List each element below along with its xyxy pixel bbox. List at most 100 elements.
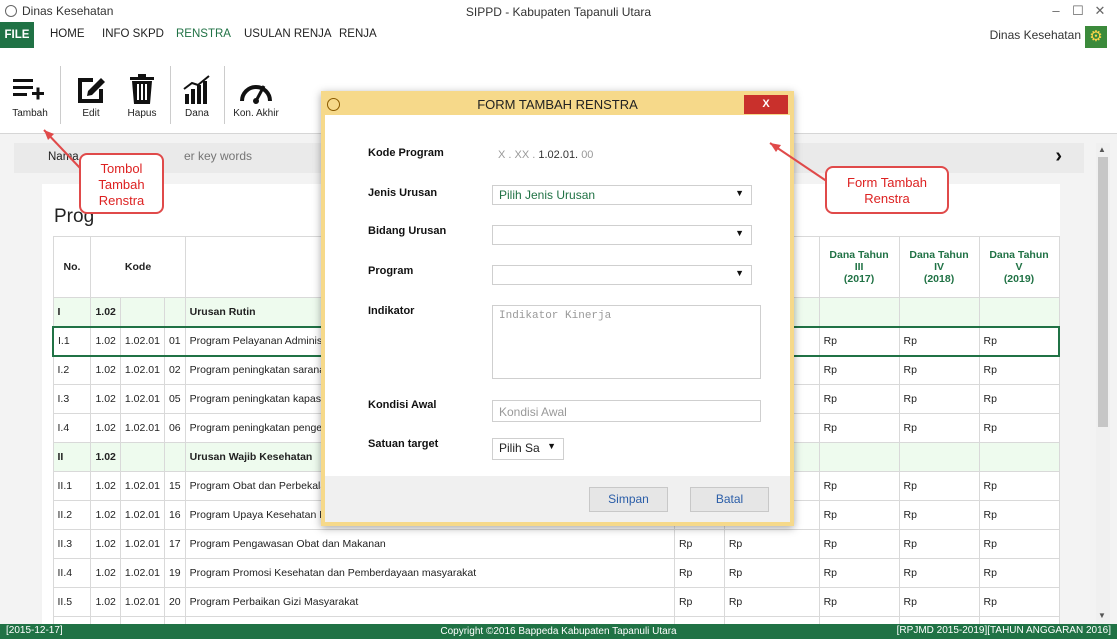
search-label: Nama	[48, 151, 79, 163]
tab-renstra[interactable]: RENSTRA	[176, 28, 231, 40]
simpan-button[interactable]: Simpan	[589, 487, 668, 512]
tambah-button[interactable]: Tambah	[10, 74, 50, 119]
bar-chart-icon	[183, 75, 210, 104]
row-kode-3: 06	[163, 413, 186, 443]
row-dana-5: Rp	[978, 558, 1060, 588]
dropdown-arrow-icon: ▼	[735, 188, 744, 198]
row-dana-4: Rp	[898, 355, 980, 385]
edit-button[interactable]: Edit	[70, 74, 112, 119]
tab-file[interactable]: FILE	[0, 22, 34, 48]
program-label: Program	[368, 265, 414, 277]
row-dana-5: Rp	[978, 471, 1060, 501]
row-kode-3: 02	[163, 355, 186, 385]
row-dana-3: Rp	[818, 384, 900, 414]
tab-usulan-renja[interactable]: USULAN RENJA	[244, 28, 332, 40]
table-row[interactable]: II.4 1.02 1.02.01 19 Program Promosi Kesehat…	[52, 558, 1060, 588]
kon-akhir-label: Kon. Akhir	[233, 108, 279, 119]
table-row[interactable]: II.3 1.02 1.02.01 17 Program Pengawasan Obat…	[52, 529, 1060, 559]
row-no: I.4	[52, 413, 92, 443]
maximize-button[interactable]: ☐	[1068, 3, 1088, 19]
toolbar-divider	[170, 66, 171, 124]
dana-button[interactable]: Dana	[176, 74, 218, 119]
status-period: [RPJMD 2015-2019][TAHUN ANGGARAN 2016]	[896, 625, 1111, 636]
row-dana-3: Rp	[818, 558, 900, 588]
row-kode-1: 1.02	[90, 558, 121, 588]
program-select[interactable]: ▼	[492, 265, 752, 285]
row-dana-4	[898, 297, 980, 327]
row-kode-2: 1.02.01	[119, 587, 165, 617]
hapus-label: Hapus	[127, 108, 157, 119]
minimize-button[interactable]: –	[1046, 3, 1066, 18]
kon-akhir-button[interactable]: Kon. Akhir	[228, 74, 284, 119]
row-dana-4	[898, 442, 980, 472]
row-dana-3: Rp	[818, 500, 900, 530]
satuan-target-select[interactable]: Pilih Sa ▼	[492, 438, 564, 460]
row-kode-1: 1.02	[90, 500, 121, 530]
gauge-icon	[240, 85, 272, 104]
row-dana-2: Rp	[723, 558, 820, 588]
kondisi-awal-input[interactable]: Kondisi Awal	[492, 400, 761, 422]
indikator-textarea[interactable]: Indikator Kinerja	[492, 305, 761, 379]
row-kode-3: 19	[163, 558, 186, 588]
add-list-icon	[13, 79, 44, 100]
table-row[interactable]: II.5 1.02 1.02.01 20 Program Perbaikan Gizi …	[52, 587, 1060, 617]
bidang-urusan-label: Bidang Urusan	[368, 225, 447, 237]
hapus-button[interactable]: Hapus	[122, 74, 162, 119]
row-program-name: Program Pengembangan Lingkungan Sehat	[184, 616, 675, 624]
row-dana-4: Rp	[898, 616, 980, 624]
kode-program-label: Kode Program	[368, 147, 444, 159]
row-dana-5: Rp	[978, 355, 1060, 385]
tab-info-skpd[interactable]: INFO SKPD	[102, 28, 164, 40]
indikator-label: Indikator	[368, 305, 415, 317]
tab-home[interactable]: HOME	[50, 28, 85, 40]
row-kode-1: 1.02	[90, 325, 121, 357]
tab-renja[interactable]: RENJA	[339, 28, 377, 40]
row-kode-2: 1.02.01	[119, 471, 165, 501]
row-dana-5: Rp	[978, 325, 1060, 357]
row-dana-4: Rp	[898, 413, 980, 443]
scroll-thumb[interactable]	[1098, 157, 1108, 427]
row-kode-1: 1.02	[90, 355, 121, 385]
row-kode-3: 15	[163, 471, 186, 501]
row-kode-3: 21	[163, 616, 186, 624]
row-dana-4: Rp	[898, 384, 980, 414]
row-dana-1: Rp	[673, 616, 725, 624]
tambah-label: Tambah	[12, 108, 48, 119]
dialog-close-button[interactable]: X	[744, 95, 788, 114]
vertical-scrollbar[interactable]: ▲ ▼	[1096, 143, 1110, 623]
row-dana-5: Rp	[978, 384, 1060, 414]
row-kode-3: 16	[163, 500, 186, 530]
row-dana-3: Rp	[818, 413, 900, 443]
app-name: Dinas Kesehatan	[22, 4, 114, 18]
row-kode-2: 1.02.01	[119, 384, 165, 414]
close-button[interactable]: ✕	[1090, 3, 1110, 19]
row-dana-1: Rp	[673, 587, 725, 617]
row-kode-1: 1.02	[90, 587, 121, 617]
row-dana-4: Rp	[898, 500, 980, 530]
dana-label: Dana	[185, 108, 209, 119]
table-row[interactable]: II.61.021.02.0121Program Pengembangan Li…	[52, 616, 1060, 624]
row-program-name: Program Perbaikan Gizi Masyarakat	[184, 587, 675, 617]
jenis-urusan-select[interactable]: Pilih Jenis Urusan ▼	[492, 185, 752, 205]
scroll-down-icon[interactable]: ▼	[1098, 611, 1106, 620]
window-title: SIPPD - Kabupaten Tapanuli Utara	[465, 5, 652, 19]
edit-icon	[78, 78, 105, 103]
row-no: II	[52, 442, 92, 472]
dialog-header: FORM TAMBAH RENSTRA X	[325, 95, 790, 115]
gear-logo-icon[interactable]: ⚙	[1085, 26, 1107, 48]
row-dana-2: Rp	[723, 616, 820, 624]
next-arrow-icon[interactable]: ›	[1055, 145, 1062, 168]
row-kode-3: 20	[163, 587, 186, 617]
row-dana-4: Rp	[898, 558, 980, 588]
batal-button[interactable]: Batal	[690, 487, 769, 512]
scroll-up-icon[interactable]: ▲	[1098, 145, 1106, 154]
row-kode-1: 1.02	[90, 384, 121, 414]
row-dana-3: Rp	[818, 616, 900, 624]
bidang-urusan-select[interactable]: ▼	[492, 225, 752, 245]
row-kode-3	[163, 442, 186, 472]
row-kode-1: 1.02	[90, 616, 121, 624]
row-kode-1: 1.02	[90, 297, 121, 327]
row-kode-3: 17	[163, 529, 186, 559]
row-dana-4: Rp	[898, 587, 980, 617]
ribbon-tabs: FILE HOME INFO SKPD RENSTRA USULAN RENJA…	[0, 22, 1117, 48]
